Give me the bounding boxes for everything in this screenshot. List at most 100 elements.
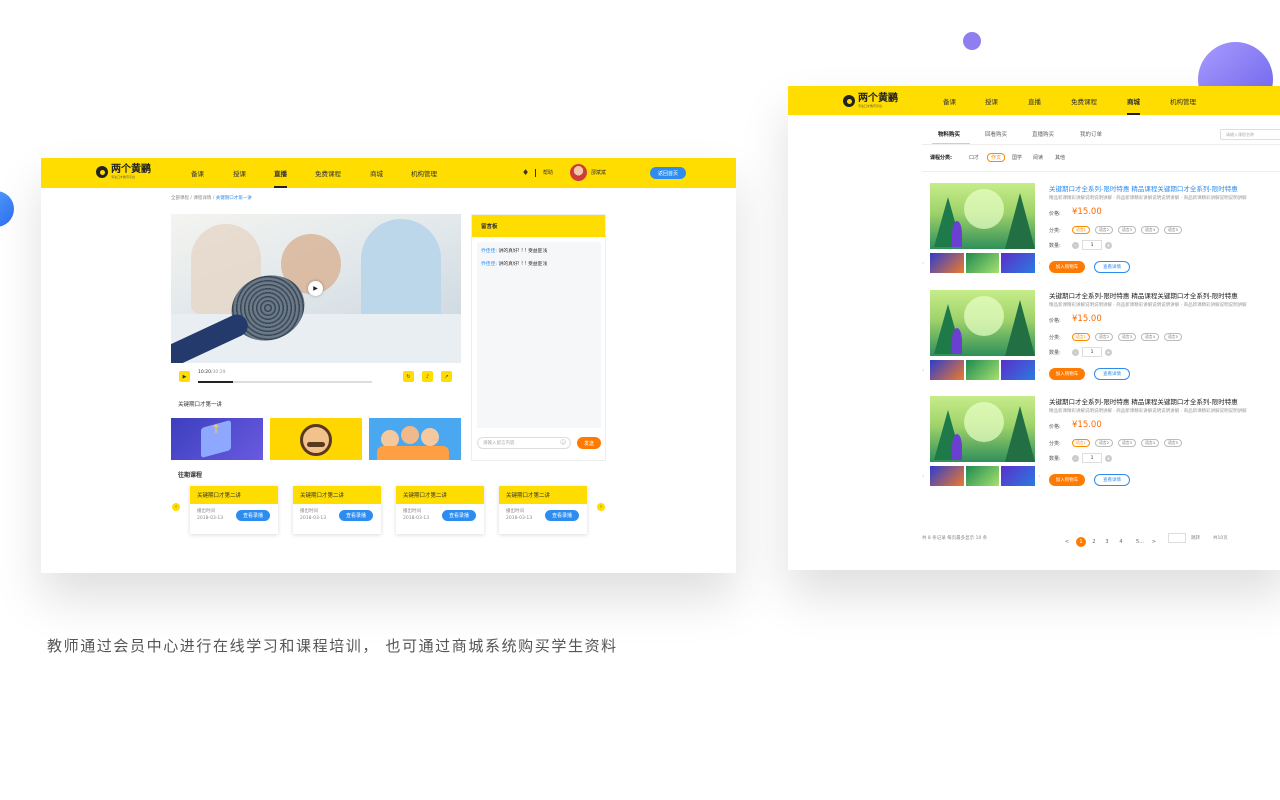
spec-tag[interactable]: 语言1	[1072, 226, 1090, 234]
qty-minus-icon[interactable]: -	[1072, 455, 1079, 462]
emoji-icon[interactable]: ☺	[560, 439, 566, 446]
tab-materials[interactable]: 物料购买	[938, 130, 960, 138]
page-number[interactable]: 3	[1102, 537, 1112, 547]
view-detail-button[interactable]: 查看详情	[1094, 474, 1130, 486]
product-image[interactable]	[930, 290, 1035, 356]
category-item[interactable]: 阅读	[1033, 154, 1043, 161]
spec-tag[interactable]: 语言4	[1141, 439, 1159, 447]
breadcrumb-item[interactable]: 课程详情	[193, 196, 211, 201]
page-number[interactable]: 4	[1116, 537, 1126, 547]
qty-minus-icon[interactable]: -	[1072, 349, 1079, 356]
qty-plus-icon[interactable]: +	[1105, 349, 1112, 356]
nav-item-teach[interactable]: 授课	[233, 158, 246, 188]
category-item-active[interactable]: 作文	[987, 153, 1006, 162]
spec-tag[interactable]: 语言5	[1164, 333, 1182, 341]
product-thumb[interactable]	[1001, 360, 1036, 380]
page-number-current[interactable]: 1	[1076, 537, 1086, 547]
carousel-prev-icon[interactable]: ‹	[172, 503, 180, 511]
spec-tag[interactable]: 语言5	[1164, 439, 1182, 447]
qty-minus-icon[interactable]: -	[1072, 242, 1079, 249]
spec-tag[interactable]: 语言5	[1164, 226, 1182, 234]
nav-item-free[interactable]: 免费课程	[1071, 86, 1097, 115]
product-thumb[interactable]	[1001, 253, 1036, 273]
view-replay-button[interactable]: 查看录播	[236, 510, 270, 521]
product-title[interactable]: 关键期口才全系列-限时特惠 精品课程关键期口才全系列-限时特惠	[1049, 396, 1238, 406]
qty-plus-icon[interactable]: +	[1105, 242, 1112, 249]
refresh-button[interactable]: ↻	[403, 371, 414, 382]
nav-item-live[interactable]: 直播	[1028, 86, 1041, 115]
view-replay-button[interactable]: 查看录播	[545, 510, 579, 521]
add-to-cart-button[interactable]: 加入购物车	[1049, 261, 1085, 273]
page-number[interactable]: 2	[1089, 537, 1099, 547]
spec-tag[interactable]: 语言2	[1095, 333, 1113, 341]
product-item[interactable]: ‹ › 关键期口才全系列-限时特惠 精品课程关键期口才全系列-限时特惠 精品新课精彩讲…	[922, 396, 1270, 496]
nav-item-prepare[interactable]: 备课	[943, 86, 956, 115]
tab-live[interactable]: 直播购买	[1032, 130, 1054, 138]
play-button[interactable]: ▶	[179, 371, 190, 382]
view-detail-button[interactable]: 查看详情	[1094, 368, 1130, 380]
nav-item-live[interactable]: 直播	[274, 158, 287, 188]
nav-item-prepare[interactable]: 备课	[191, 158, 204, 188]
video-player[interactable]: ▶	[171, 214, 461, 363]
carousel-next-icon[interactable]: ›	[597, 503, 605, 511]
qty-input[interactable]: 1	[1082, 240, 1102, 250]
qty-input[interactable]: 1	[1082, 453, 1102, 463]
volume-button[interactable]: ♪	[422, 371, 433, 382]
product-thumb[interactable]	[930, 360, 964, 380]
spec-tag[interactable]: 语言3	[1118, 226, 1136, 234]
page-prev-icon[interactable]: <	[1062, 537, 1072, 547]
spec-tag[interactable]: 语言3	[1118, 333, 1136, 341]
message-user[interactable]: 乔佳佳:	[481, 249, 497, 254]
product-title[interactable]: 关键期口才全系列-限时特惠 精品课程关键期口才全系列-限时特惠	[1049, 290, 1238, 300]
play-icon[interactable]: ▶	[308, 281, 323, 296]
thumb-prev-icon[interactable]: ‹	[922, 260, 924, 267]
view-detail-button[interactable]: 查看详情	[1094, 261, 1130, 273]
page-goto-button[interactable]: 跳转	[1191, 535, 1200, 541]
thumb-next-icon[interactable]: ›	[1038, 473, 1040, 480]
spec-tag[interactable]: 语言4	[1141, 226, 1159, 234]
product-thumb[interactable]	[965, 360, 1000, 380]
page-goto-input[interactable]	[1168, 533, 1186, 543]
course-card[interactable]: 关键期口才第二讲 播出时间 2018-03-13 查看录播	[396, 486, 484, 534]
view-replay-button[interactable]: 查看录播	[339, 510, 373, 521]
product-thumb[interactable]	[965, 253, 1000, 273]
spec-tag[interactable]: 语言2	[1095, 439, 1113, 447]
breadcrumb-item[interactable]: 全部课程	[171, 196, 189, 201]
home-button[interactable]: 返回首页	[650, 167, 686, 179]
course-card[interactable]: 关键期口才第二讲 播出时间 2018-03-13 查看录播	[293, 486, 381, 534]
product-thumb[interactable]	[965, 466, 1000, 486]
nav-item-org[interactable]: 机构管理	[411, 158, 437, 188]
qty-input[interactable]: 1	[1082, 347, 1102, 357]
product-item[interactable]: ‹ › 关键期口才全系列-限时特惠 精品课程关键期口才全系列-限时特惠 精品新课精彩讲…	[922, 290, 1270, 390]
spec-tag[interactable]: 语言1	[1072, 439, 1090, 447]
nav-item-mall[interactable]: 商城	[370, 158, 383, 188]
thumb-prev-icon[interactable]: ‹	[922, 473, 924, 480]
category-item[interactable]: 口才	[969, 154, 979, 161]
search-input[interactable]: 请输入课程名称	[1220, 129, 1280, 140]
help-link[interactable]: 帮助	[543, 169, 553, 176]
qty-plus-icon[interactable]: +	[1105, 455, 1112, 462]
product-item[interactable]: ‹ › 关键期口才全系列-限时特惠 精品课程关键期口才全系列-限时特惠 精品新课精彩讲…	[922, 183, 1270, 283]
view-replay-button[interactable]: 查看录播	[442, 510, 476, 521]
lesson-thumb-2[interactable]	[270, 418, 362, 460]
add-to-cart-button[interactable]: 加入购物车	[1049, 474, 1085, 486]
course-card[interactable]: 关键期口才第二讲 播出时间 2018-03-13 查看录播	[499, 486, 587, 534]
spec-tag[interactable]: 语言4	[1141, 333, 1159, 341]
course-card[interactable]: 关键期口才第二讲 播出时间 2018-03-13 查看录播	[190, 486, 278, 534]
product-image[interactable]	[930, 396, 1035, 462]
category-item[interactable]: 其他	[1055, 154, 1065, 161]
progress-track[interactable]	[198, 381, 372, 383]
message-user[interactable]: 乔佳佳:	[481, 262, 497, 267]
fullscreen-button[interactable]: ↗	[441, 371, 452, 382]
product-title[interactable]: 关键期口才全系列-限时特惠 精品课程关键期口才全系列-限时特惠	[1049, 183, 1238, 193]
add-to-cart-button[interactable]: 加入购物车	[1049, 368, 1085, 380]
bell-icon[interactable]: ♦	[522, 169, 529, 177]
spec-tag[interactable]: 语言2	[1095, 226, 1113, 234]
message-input[interactable]: 请输入留言内容	[477, 437, 571, 449]
page-number[interactable]: 5...	[1131, 537, 1149, 547]
nav-item-mall[interactable]: 商城	[1127, 86, 1140, 115]
thumb-next-icon[interactable]: ›	[1038, 260, 1040, 267]
tab-orders[interactable]: 我的订单	[1080, 130, 1102, 138]
product-thumb[interactable]	[930, 253, 964, 273]
user-name[interactable]: 邵斌斌	[591, 169, 606, 176]
